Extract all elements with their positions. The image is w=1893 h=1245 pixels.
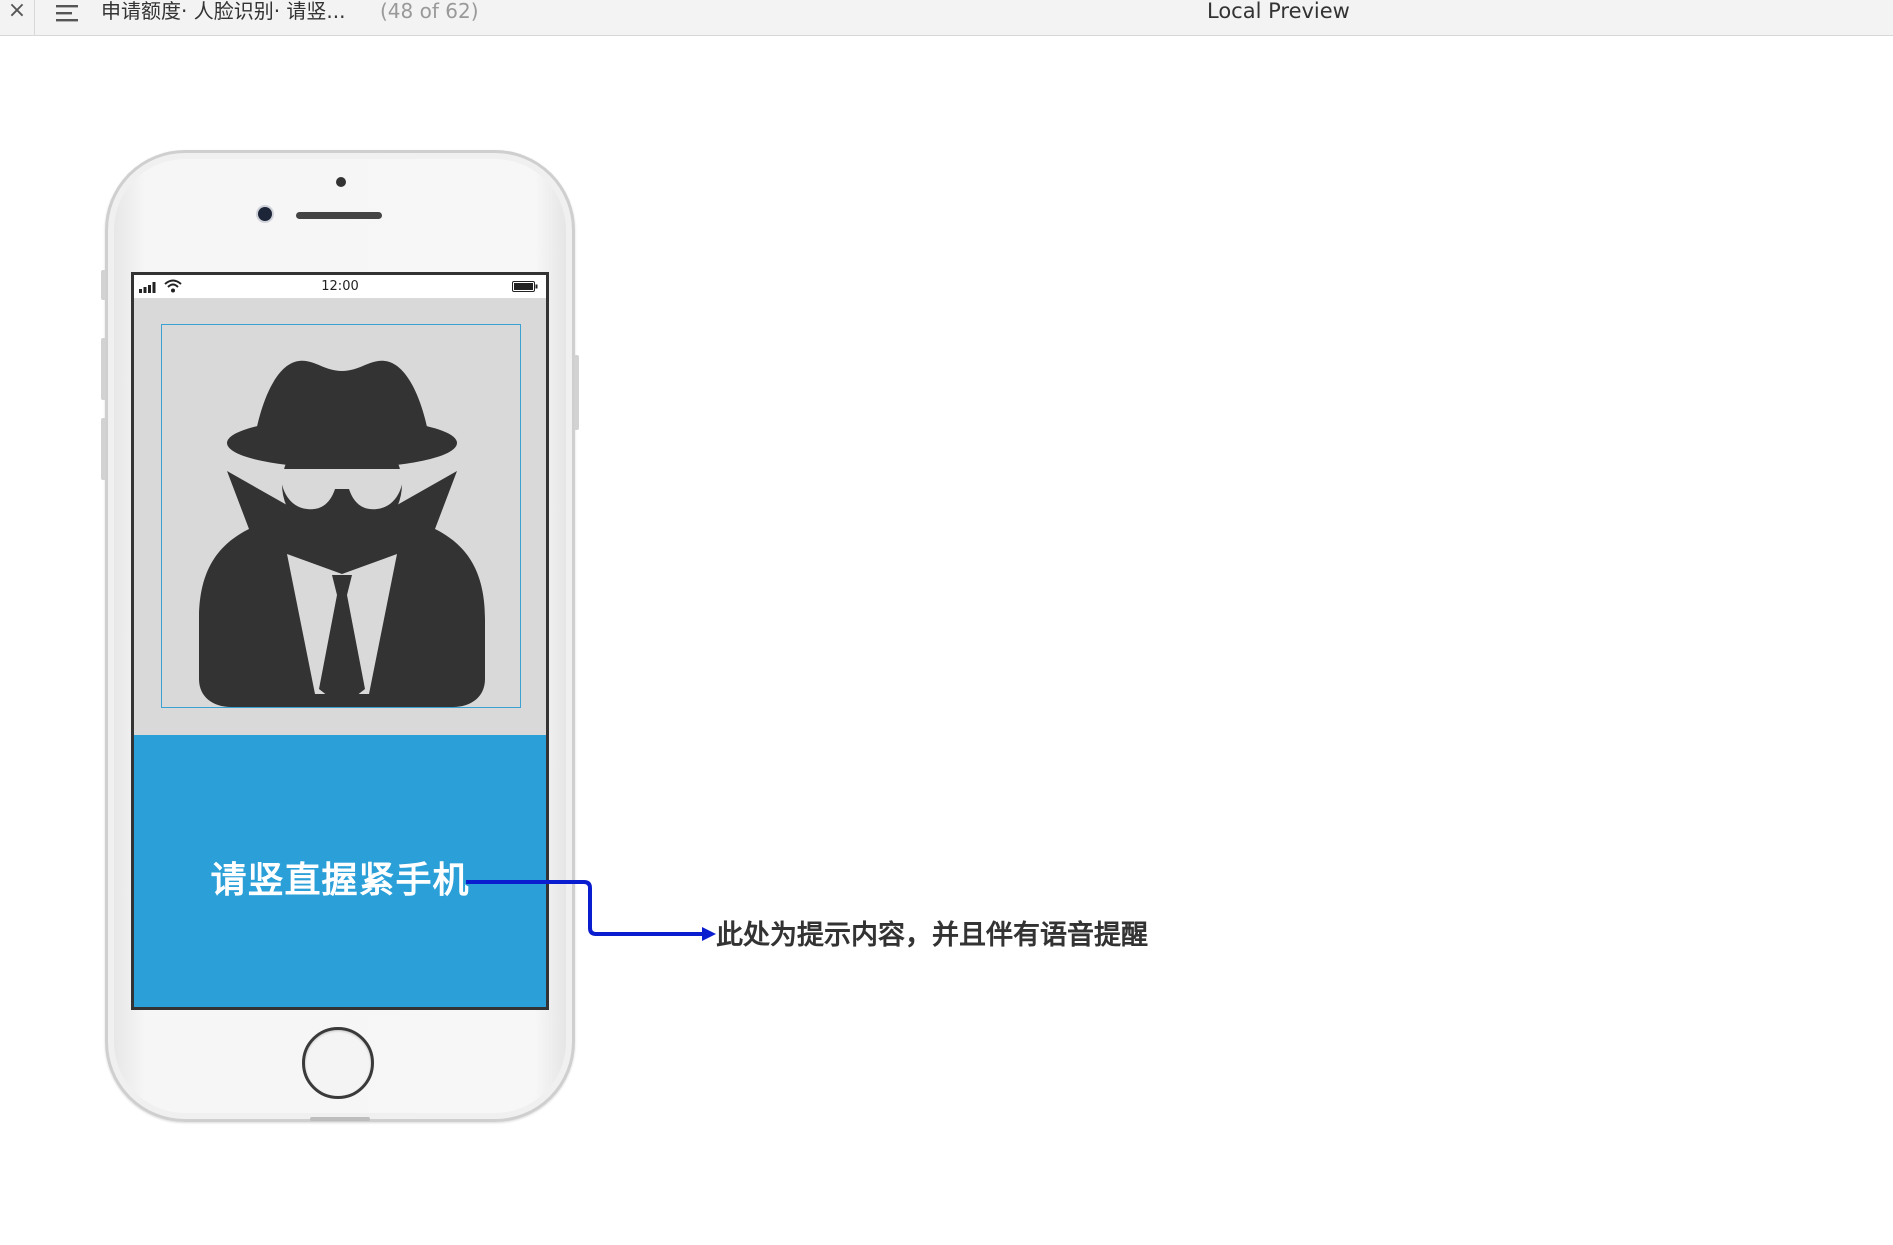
proximity-sensor xyxy=(336,177,346,187)
face-recognition-frame xyxy=(161,324,521,708)
page-list-button[interactable] xyxy=(52,0,82,30)
face-capture-area xyxy=(134,298,546,735)
volume-down-button xyxy=(101,418,106,480)
menu-icon xyxy=(56,5,78,22)
preview-toolbar: × 申请额度· 人脸识别· 请竖... (48 of 62) Local Pre… xyxy=(0,0,1893,36)
bottom-edge xyxy=(310,1117,370,1121)
annotation-connector-arrow xyxy=(466,880,716,941)
status-bar: 12:00 xyxy=(134,275,546,298)
page-counter: (48 of 62) xyxy=(380,0,479,23)
earpiece-speaker xyxy=(296,212,382,219)
document-title: 申请额度· 人脸识别· 请竖... xyxy=(101,0,346,23)
mute-switch xyxy=(101,270,106,300)
volume-up-button xyxy=(101,338,106,400)
front-camera xyxy=(258,207,272,221)
preview-title: Local Preview xyxy=(1207,0,1350,23)
close-button[interactable]: × xyxy=(0,0,35,36)
spy-avatar-icon xyxy=(199,360,485,707)
home-button[interactable] xyxy=(302,1027,374,1099)
close-icon: × xyxy=(7,0,27,23)
power-button xyxy=(574,355,579,430)
status-time: 12:00 xyxy=(321,279,359,294)
annotation-text: 此处为提示内容，并且伴有语音提醒 xyxy=(716,920,1148,951)
battery-icon xyxy=(512,281,538,292)
